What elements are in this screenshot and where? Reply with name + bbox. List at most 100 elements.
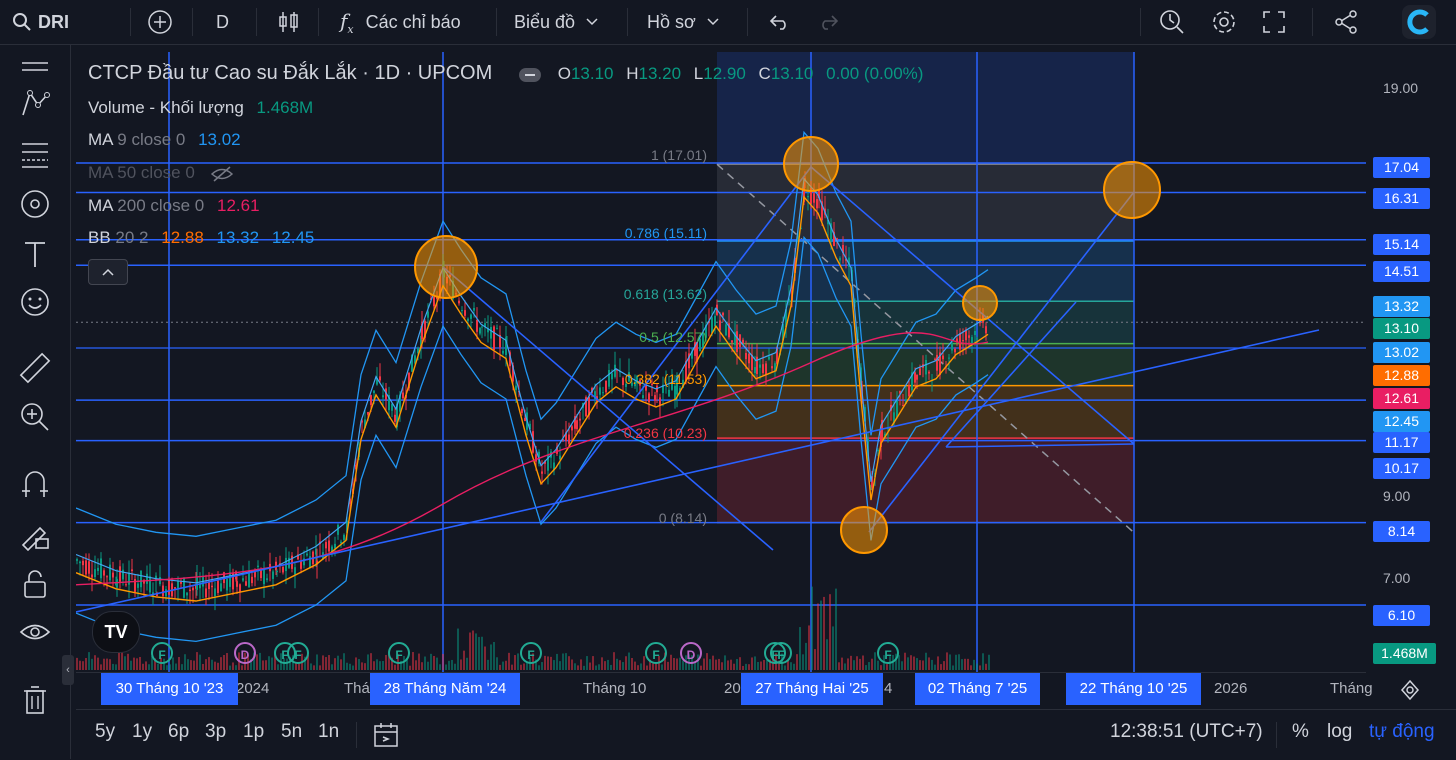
volume-bar — [172, 657, 174, 670]
undo-button[interactable] — [768, 0, 790, 44]
goto-date-button[interactable] — [372, 721, 400, 754]
fib-tool-icon[interactable] — [18, 137, 52, 171]
volume-bar — [202, 663, 204, 670]
volume-bar — [232, 662, 234, 670]
interval-button[interactable]: D — [216, 0, 229, 44]
volume-bar — [631, 657, 633, 670]
tv-logo-button[interactable]: TV — [92, 611, 140, 653]
ma200-legend[interactable]: MA 200 close 0 12.61 — [88, 196, 260, 216]
volume-bar — [820, 600, 822, 670]
x-label-20: 20 — [724, 680, 741, 697]
volume-bar — [985, 663, 987, 670]
candle-body — [654, 395, 656, 401]
volume-bar — [592, 656, 594, 670]
fullscreen-button[interactable] — [1262, 0, 1286, 44]
ma50-legend[interactable]: MA 50 close 0 — [88, 163, 234, 183]
alert-button[interactable] — [1158, 0, 1186, 44]
range-5y[interactable]: 5y — [95, 721, 115, 743]
x-tag-2: 28 Tháng Năm '24 — [370, 673, 520, 705]
volume-bar — [700, 665, 702, 670]
ma50-label: MA 50 close 0 — [88, 163, 195, 182]
alert-icon — [1160, 10, 1184, 34]
chart-menu-button[interactable]: Biểu đồ — [514, 0, 599, 44]
range-1p[interactable]: 1p — [243, 721, 264, 743]
volume-bar — [571, 659, 573, 670]
volume-bar — [859, 658, 861, 670]
candle-body — [925, 359, 927, 375]
auto-scale-toggle[interactable]: tự động — [1369, 721, 1435, 743]
eye-icon[interactable] — [18, 615, 52, 649]
ruler-icon[interactable] — [18, 351, 52, 385]
chart-type-button[interactable] — [278, 0, 300, 44]
range-1n[interactable]: 1n — [318, 721, 339, 743]
candle-body — [162, 585, 164, 597]
range-3p[interactable]: 3p — [205, 721, 226, 743]
price-tag: 16.31 — [1373, 188, 1430, 209]
axis-settings-button[interactable] — [1398, 678, 1422, 707]
volume-bar — [265, 660, 267, 670]
volume-bar — [586, 656, 588, 670]
volume-bar — [181, 664, 183, 670]
ma9-legend[interactable]: MA 9 close 0 13.02 — [88, 130, 241, 150]
candles-icon — [279, 12, 298, 32]
symbol-legend: CTCP Đầu tư Cao su Đắk Lắk · 1D · UPCOM … — [88, 62, 923, 85]
y-label-19: 19.00 — [1383, 80, 1419, 96]
brush-tool-icon[interactable] — [18, 187, 52, 221]
trash-icon[interactable] — [18, 683, 52, 717]
volume-bar — [862, 655, 864, 670]
emoji-tool-icon[interactable] — [18, 285, 52, 319]
text-tool-icon[interactable] — [18, 237, 52, 271]
lock-drawing-icon[interactable] — [18, 517, 52, 551]
financial-event-icon[interactable]: F — [645, 642, 667, 664]
compare-button[interactable] — [147, 0, 173, 44]
volume-legend[interactable]: Volume - Khối lượng 1.468M — [88, 98, 313, 118]
volume-bar — [310, 663, 312, 670]
zoom-in-icon[interactable] — [18, 400, 52, 434]
hidden-eye-icon[interactable] — [210, 165, 234, 183]
bb-legend[interactable]: BB 20 2 12.88 13.32 12.45 — [88, 228, 314, 248]
financial-event-icon[interactable]: F — [287, 642, 309, 664]
logo[interactable] — [1402, 0, 1436, 44]
candle-body — [839, 257, 841, 261]
settings-button[interactable] — [1210, 0, 1238, 44]
volume-bar — [517, 653, 519, 670]
symbol-search[interactable]: DRI — [12, 0, 69, 44]
crosshair-lines-icon[interactable] — [18, 53, 52, 87]
percent-toggle[interactable]: % — [1292, 721, 1309, 743]
indicators-button[interactable]: fx Các chỉ báo — [340, 0, 461, 44]
redo-button[interactable] — [818, 0, 840, 44]
volume-bar — [574, 663, 576, 670]
volume-bar — [433, 655, 435, 670]
share-button[interactable] — [1333, 0, 1359, 44]
financial-event-icon[interactable]: F — [520, 642, 542, 664]
financial-event-icon[interactable]: F — [770, 642, 792, 664]
candle-body — [131, 569, 133, 572]
candle-body — [458, 300, 460, 304]
collapse-toolbar-handle[interactable]: ‹ — [62, 655, 74, 685]
range-1y[interactable]: 1y — [132, 721, 152, 743]
price-chart[interactable] — [76, 52, 1366, 672]
clock[interactable]: 12:38:51 (UTC+7) — [1110, 721, 1263, 743]
collapse-legend-button[interactable] — [88, 259, 128, 285]
x-tag-5: 22 Tháng 10 '25 — [1066, 673, 1201, 705]
x-tag-3: 27 Tháng Hai '25 — [741, 673, 883, 705]
range-5n[interactable]: 5n — [281, 721, 302, 743]
financial-event-icon[interactable]: F — [388, 642, 410, 664]
dividend-event-icon[interactable]: D — [234, 642, 256, 664]
financial-event-icon[interactable]: F — [151, 642, 173, 664]
dividend-event-icon[interactable]: D — [680, 642, 702, 664]
market-status-icon — [518, 67, 541, 82]
volume-bar — [832, 626, 834, 670]
financial-event-icon[interactable]: F — [877, 642, 899, 664]
volume-bar — [652, 663, 654, 670]
volume-bar — [556, 653, 558, 670]
range-6p[interactable]: 6p — [168, 721, 189, 743]
chevron-up-icon — [102, 268, 114, 276]
pattern-tool-icon[interactable] — [18, 87, 52, 121]
candle-body — [541, 471, 543, 474]
profile-menu-button[interactable]: Hồ sơ — [647, 0, 720, 44]
log-toggle[interactable]: log — [1327, 721, 1352, 743]
unlock-icon[interactable] — [18, 567, 52, 601]
volume-bar — [145, 661, 147, 670]
magnet-icon[interactable] — [18, 467, 52, 501]
